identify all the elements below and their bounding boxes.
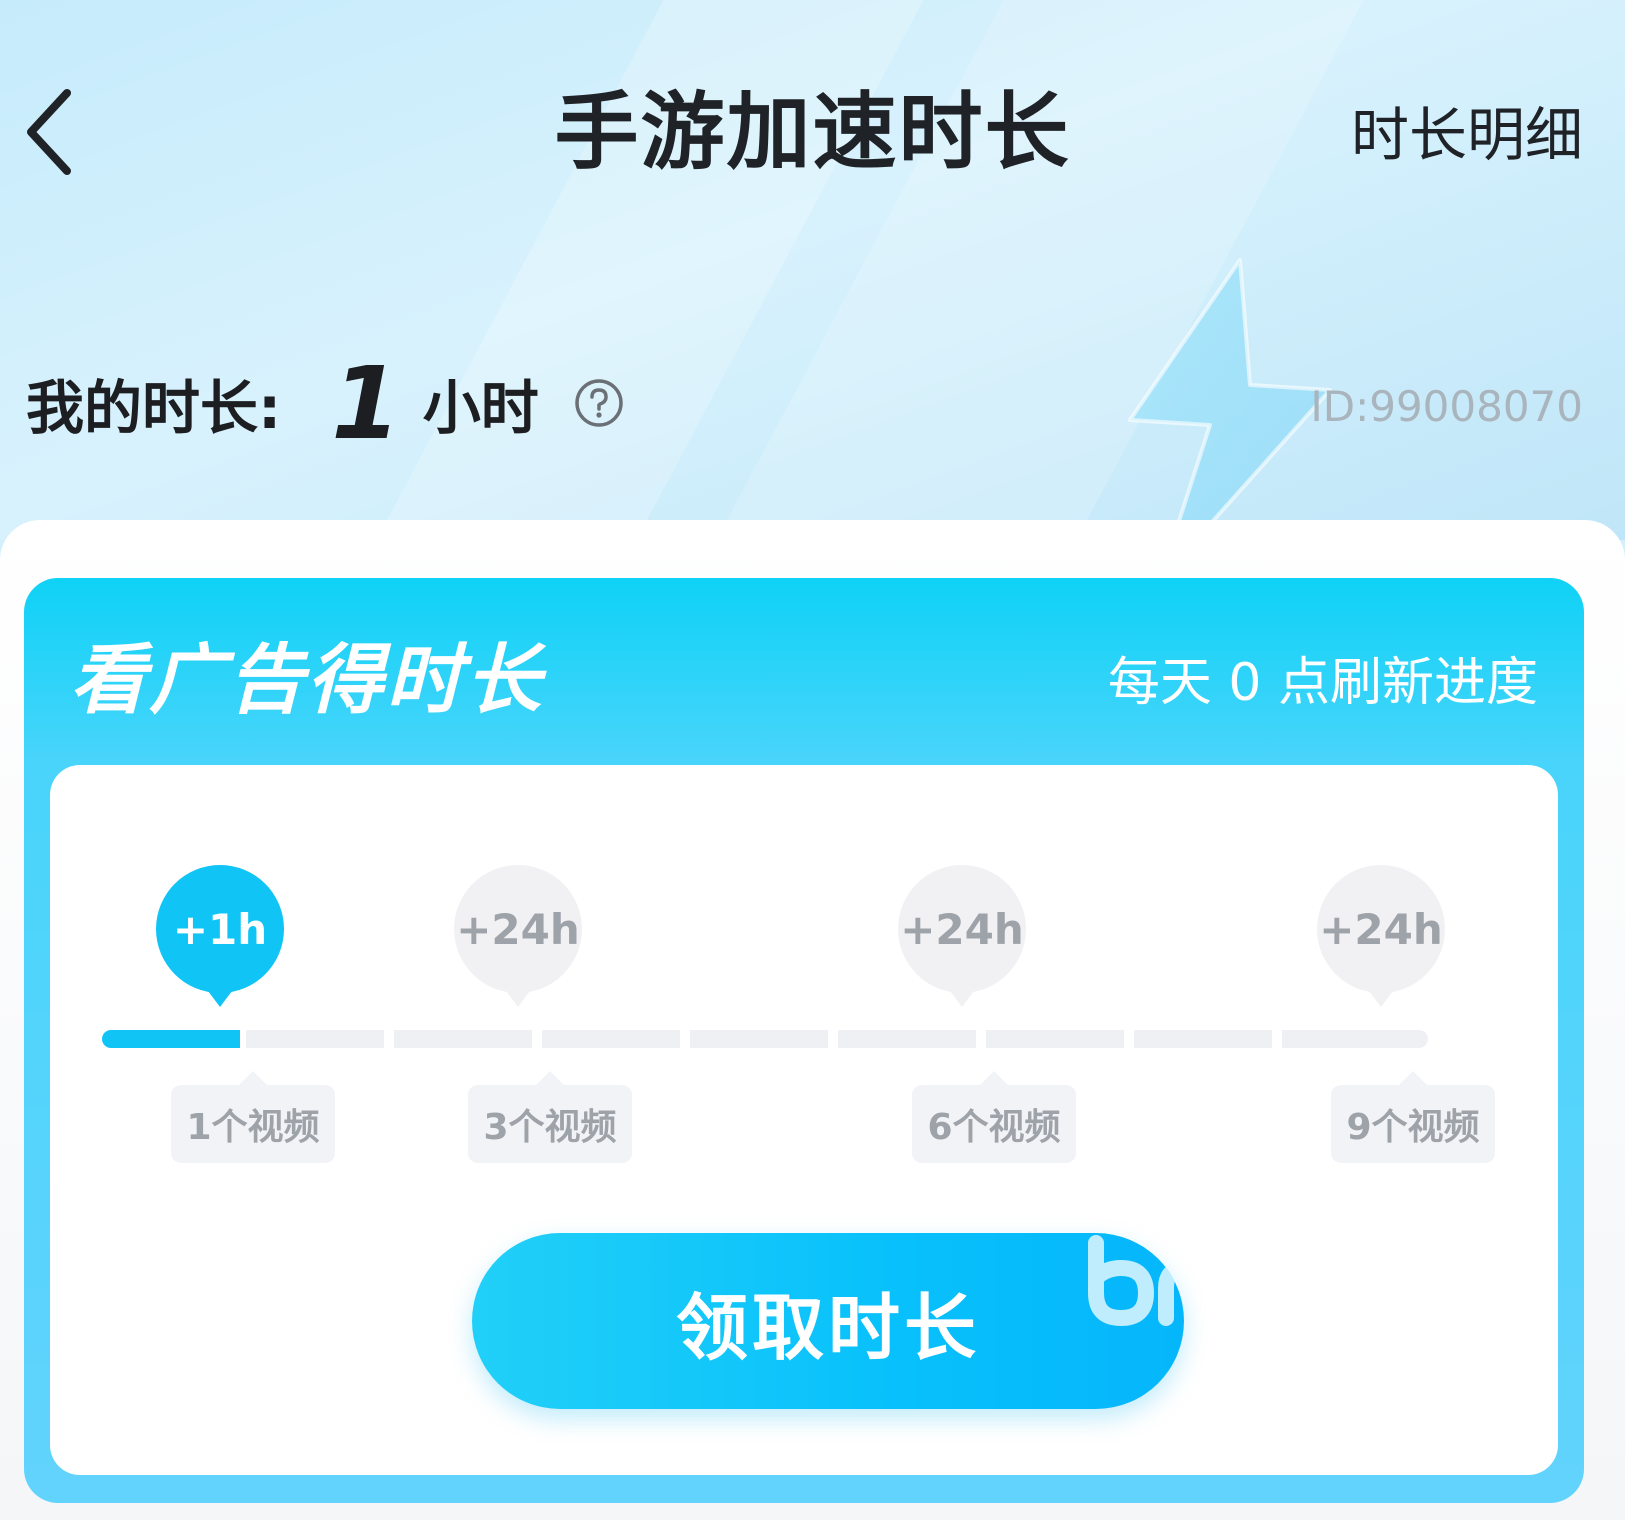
ad-reward-card: 看广告得时长 每天 0 点刷新进度 +1h +24h +24h +24h 1个视… [24,578,1584,1503]
progress-segment [838,1030,976,1048]
user-id: ID:99008070 [1310,382,1583,431]
balance-unit: 小时 [422,374,539,442]
milestone-requirement-tag: 1个视频 [171,1071,335,1163]
claim-button-label: 领取时长 [675,1285,980,1370]
progress-segment [246,1030,384,1048]
card-title: 看广告得时长 [70,635,544,724]
progress-segment [394,1030,532,1048]
progress-segment [542,1030,680,1048]
milestone-reward-bubble: +24h [1317,865,1445,1007]
progress-segment [102,1030,240,1048]
milestone-reward-bubble: +24h [454,865,582,1007]
milestone-requirement-tag: 9个视频 [1331,1071,1495,1163]
duration-detail-link[interactable]: 时长明细 [1351,95,1583,175]
progress-segment [1282,1030,1428,1048]
progress-panel: +1h +24h +24h +24h 1个视频 3个视频 6个视频 9个视频 领… [50,765,1558,1475]
balance-value: 1 [331,344,401,462]
progress-segment [690,1030,828,1048]
balance-label: 我的时长: [26,374,282,442]
question-circle-icon [575,379,623,427]
progress-segment [986,1030,1124,1048]
claim-duration-button[interactable]: 领取时长 [472,1233,1184,1409]
milestone-reward-bubble: +24h [898,865,1026,1007]
milestone-reward-bubble: +1h [156,865,284,1007]
progress-segment [1134,1030,1272,1048]
milestone-requirement-tag: 3个视频 [468,1071,632,1163]
video-progress-bar [102,1030,1437,1048]
milestone-requirement-tag: 6个视频 [912,1071,1076,1163]
balance-row: 我的时长: 1 小时 [26,345,625,462]
header-background [0,0,1625,540]
refresh-note: 每天 0 点刷新进度 [1107,653,1538,713]
help-button[interactable] [573,377,625,429]
